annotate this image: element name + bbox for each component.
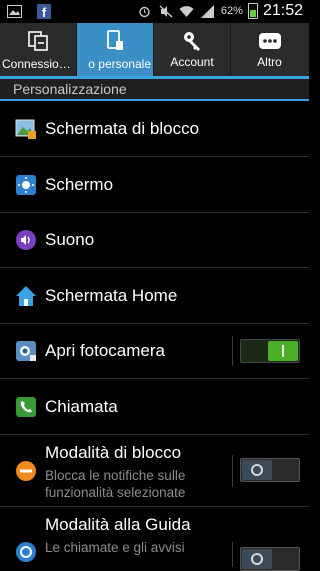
tab-label: Altro — [257, 55, 282, 69]
list-item-sound[interactable]: Suono — [0, 213, 309, 268]
toggle-knob — [242, 460, 272, 480]
toggle-knob — [268, 341, 298, 361]
wifi-icon — [179, 3, 195, 19]
mute-icon — [158, 3, 174, 19]
tab-label: o personale — [88, 57, 151, 71]
block-mode-icon — [14, 459, 38, 483]
list-item-open-camera[interactable]: Apri fotocamera — [0, 324, 309, 379]
toggle-knob — [242, 549, 272, 569]
my-device-icon — [103, 29, 127, 53]
settings-list: Schermata di blocco Schermo Suono Scherm… — [0, 101, 309, 571]
tab-account[interactable]: Account — [154, 23, 231, 76]
lock-screen-icon — [14, 117, 38, 141]
more-icon — [258, 29, 282, 53]
gallery-notification-icon — [6, 3, 22, 19]
list-item-driving-mode[interactable]: Modalità alla Guida Le chiamate e gli av… — [0, 507, 309, 571]
open-camera-toggle[interactable] — [240, 339, 300, 363]
battery-percent: 62% — [220, 5, 243, 17]
account-key-icon — [180, 29, 204, 53]
status-bar: f 62% 21:52 — [0, 0, 309, 23]
alarm-icon — [137, 3, 153, 19]
clock: 21:52 — [262, 2, 303, 19]
home-icon — [14, 284, 38, 308]
divider — [232, 336, 233, 366]
divider — [232, 542, 233, 567]
facebook-notification-icon: f — [36, 3, 52, 19]
phone-icon — [14, 395, 38, 419]
camera-icon — [14, 339, 38, 363]
tab-more[interactable]: Altro — [231, 23, 308, 76]
display-icon — [14, 173, 38, 197]
list-item-block-mode[interactable]: Modalità di blocco Blocca le notifiche s… — [0, 435, 309, 507]
list-item-home-screen[interactable]: Schermata Home — [0, 268, 309, 324]
block-mode-toggle[interactable] — [240, 458, 300, 482]
tab-label: Connessio… — [2, 57, 71, 71]
driving-mode-toggle[interactable] — [240, 547, 300, 571]
battery-icon — [247, 3, 258, 19]
tab-my-device[interactable]: o personale — [77, 23, 154, 76]
tab-connections[interactable]: Connessio… — [0, 23, 77, 76]
driving-mode-icon — [14, 540, 38, 564]
signal-icon — [200, 3, 216, 19]
list-item-call[interactable]: Chiamata — [0, 379, 309, 435]
list-item-lock-screen[interactable]: Schermata di blocco — [0, 101, 309, 157]
divider — [232, 455, 233, 487]
tab-label: Account — [170, 55, 214, 69]
section-header: Personalizzazione — [0, 79, 309, 101]
sound-icon — [14, 228, 38, 252]
connections-icon — [26, 29, 50, 53]
settings-tab-bar: Connessio… o personale Account Altro — [0, 23, 309, 79]
list-item-display[interactable]: Schermo — [0, 157, 309, 213]
